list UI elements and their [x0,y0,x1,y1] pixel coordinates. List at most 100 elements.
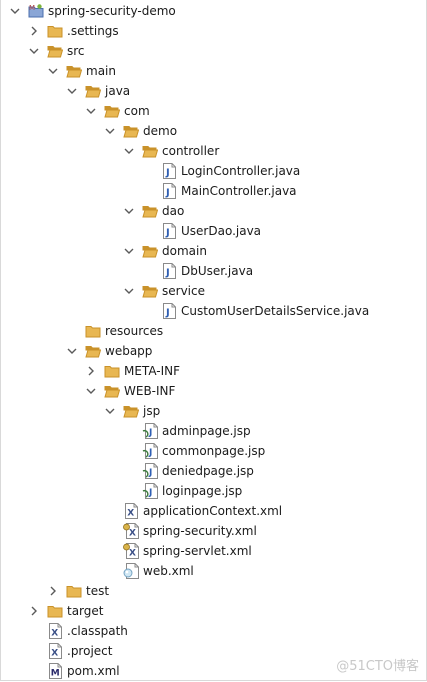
maven-file-icon: M [47,663,63,679]
tree-item[interactable]: resources [65,321,163,341]
folder-open-icon [142,143,158,159]
svg-text:X: X [51,629,58,639]
chevron-down-icon[interactable] [122,281,136,301]
tree-item[interactable]: src [27,41,85,61]
jsp-file-icon: J [142,463,158,479]
tree-item-label: .project [67,644,113,658]
webxml-file-icon [123,563,139,579]
chevron-down-icon[interactable] [122,141,136,161]
tree-item[interactable]: Mpom.xml [27,661,120,681]
svg-text:J: J [148,448,152,458]
tree-item[interactable]: J MainController.java [141,181,297,201]
folder-open-icon [47,43,63,59]
chevron-down-icon[interactable] [8,1,22,21]
tree-item-label: DbUser.java [181,264,254,278]
tree-item-label: main [86,64,116,78]
tree-item[interactable]: test [46,581,109,601]
tree-item[interactable]: domain [122,241,207,261]
tree-item[interactable]: J CustomUserDetailsService.java [141,301,369,321]
svg-text:J: J [148,428,152,438]
tree-item[interactable]: target [27,601,104,621]
tree-item[interactable]: X .project [27,641,112,661]
tree-item-label: resources [105,324,164,338]
tree-item-label: adminpage.jsp [162,424,251,438]
chevron-down-icon[interactable] [103,401,117,421]
chevron-down-icon[interactable] [84,101,98,121]
tree-item[interactable]: com [84,101,150,121]
tree-item[interactable]: main [46,61,116,81]
folder-open-icon [142,243,158,259]
tree-item[interactable]: X .classpath [27,621,128,641]
chevron-down-icon[interactable] [65,81,79,101]
svg-text:J: J [148,488,152,498]
tree-item[interactable]: Jdeniedpage.jsp [122,461,254,481]
svg-text:J: J [148,468,152,478]
folder-icon [85,323,101,339]
tree-item-label: pom.xml [67,664,120,678]
tree-item[interactable]: Xspring-security.xml [103,521,257,541]
tree-item[interactable]: webapp [65,341,152,361]
chevron-down-icon[interactable] [27,41,41,61]
tree-item[interactable]: META-INF [84,361,180,381]
svg-text:M: M [29,4,35,12]
tree-item-label: spring-security.xml [143,524,257,538]
tree-item[interactable]: J DbUser.java [141,261,253,281]
tree-item[interactable]: demo [103,121,177,141]
chevron-right-icon[interactable] [84,361,98,381]
tree-item[interactable]: java [65,81,130,101]
tree-item[interactable]: Mspring-security-demo [8,1,176,21]
tree-item[interactable]: service [122,281,205,301]
tree-item-label: webapp [105,344,153,358]
tree-item[interactable]: .settings [27,21,119,41]
xml-file-icon: X [47,623,63,639]
chevron-down-icon[interactable] [65,341,79,361]
tree-item[interactable]: J LoginController.java [141,161,300,181]
tree-item[interactable]: Xspring-servlet.xml [103,541,252,561]
chevron-down-icon[interactable] [122,201,136,221]
tree-item[interactable]: dao [122,201,184,221]
tree-item-label: com [124,104,150,118]
tree-item[interactable]: jsp [103,401,160,421]
xml-file-icon: X [123,503,139,519]
chevron-down-icon[interactable] [103,121,117,141]
chevron-right-icon[interactable] [27,601,41,621]
tree-item[interactable]: J UserDao.java [141,221,261,241]
folder-open-icon [66,63,82,79]
folder-icon [47,23,63,39]
tree-item[interactable]: controller [122,141,219,161]
tree-item[interactable]: WEB-INF [84,381,175,401]
svg-text:X: X [127,509,134,519]
tree-item[interactable]: Jadminpage.jsp [122,421,251,441]
tree-item[interactable]: web.xml [103,561,194,581]
spring-xml-file-icon: X [123,523,139,539]
svg-text:J: J [165,188,170,199]
chevron-right-icon[interactable] [46,581,60,601]
tree-item-label: META-INF [124,364,181,378]
tree-item-label: deniedpage.jsp [162,464,254,478]
chevron-down-icon[interactable] [122,241,136,261]
tree-item[interactable]: Jcommonpage.jsp [122,441,265,461]
svg-text:X: X [129,549,136,559]
chevron-down-icon[interactable] [46,61,60,81]
tree-item[interactable]: Jloginpage.jsp [122,481,242,501]
spring-xml-file-icon: X [123,543,139,559]
svg-text:J: J [165,168,170,179]
java-file-icon: J [161,263,177,279]
chevron-down-icon[interactable] [84,381,98,401]
folder-open-icon [104,103,120,119]
tree-item[interactable]: XapplicationContext.xml [103,501,282,521]
java-file-icon: J [161,303,177,319]
watermark: @51CTO博客 [336,659,419,674]
tree-item-label: .settings [67,24,119,38]
chevron-right-icon[interactable] [27,21,41,41]
tree-item-label: src [67,44,85,58]
